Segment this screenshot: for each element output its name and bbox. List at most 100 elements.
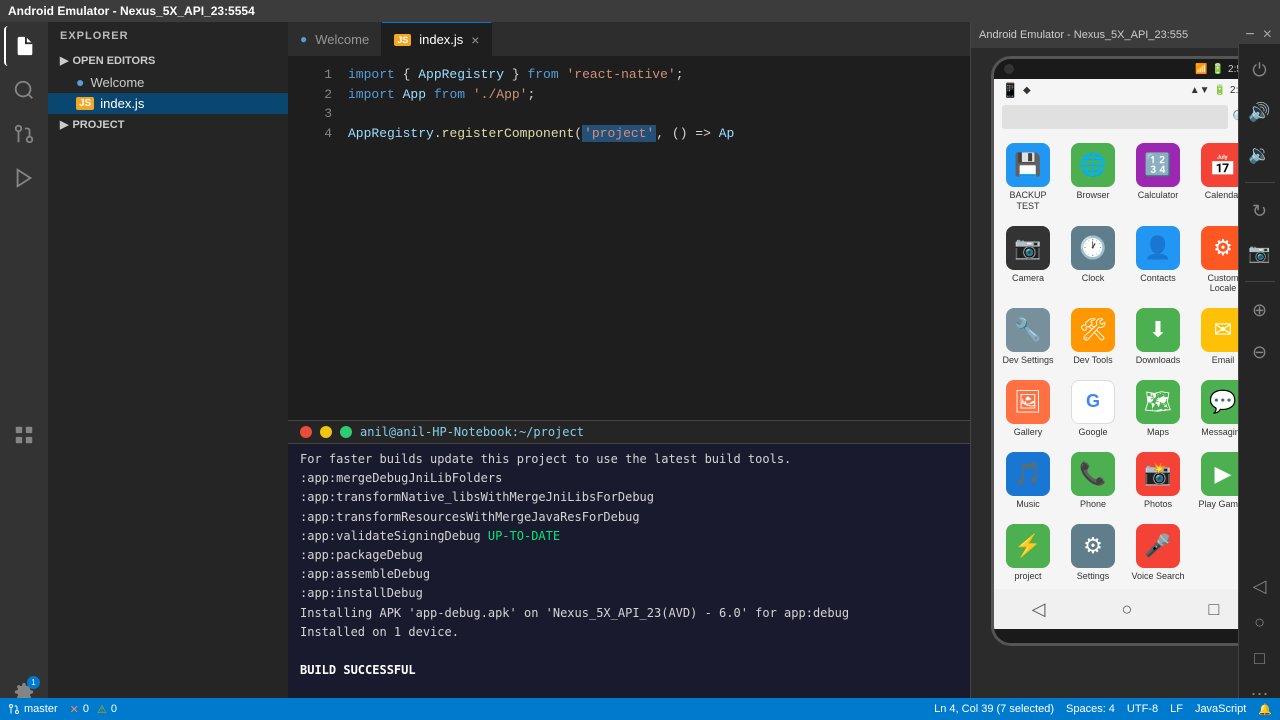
errors-status[interactable]: ✕ 0 ⚠ 0: [70, 703, 117, 716]
app-label-settings: Settings: [1077, 571, 1110, 582]
app-project[interactable]: ⚡ project: [998, 518, 1059, 586]
terminal-content[interactable]: For faster builds update this project to…: [288, 444, 970, 720]
app-icon-camera: 📷: [1006, 226, 1050, 270]
phone-nav-bar: ◁ ○ □: [994, 589, 1258, 629]
emulator-zoom-out-btn[interactable]: ⊖: [1242, 334, 1278, 370]
term-line-3: :app:transformNative_libsWithMergeJniLib…: [300, 488, 958, 507]
phone-camera: [1004, 64, 1014, 74]
app-icon-maps: 🗺: [1136, 380, 1180, 424]
open-editors-section[interactable]: ▶ OPEN EDITORS: [48, 50, 288, 71]
term-line-2: :app:mergeDebugJniLibFolders: [300, 469, 958, 488]
emulator-volume-up-btn[interactable]: 🔊: [1242, 94, 1278, 130]
emulator-rotate-btn[interactable]: ↻: [1242, 193, 1278, 229]
app-music[interactable]: 🎵 Music: [998, 446, 1059, 514]
terminal-minimize-dot[interactable]: [320, 426, 332, 438]
line-ending-status[interactable]: LF: [1170, 703, 1183, 715]
emulator-zoom-in-btn[interactable]: ⊕: [1242, 292, 1278, 328]
app-google[interactable]: G Google: [1063, 374, 1124, 442]
emulator-close-btn[interactable]: ×: [1263, 26, 1272, 44]
app-dev-settings[interactable]: 🔧 Dev Settings: [998, 302, 1059, 370]
editor-area: ● Welcome JS index.js × 1 import { AppRe…: [288, 22, 970, 720]
title-bar: Android Emulator - Nexus_5X_API_23:5554: [0, 0, 1280, 22]
spaces-status[interactable]: Spaces: 4: [1066, 703, 1115, 715]
term-build-success: BUILD SUCCESSFUL: [300, 661, 958, 680]
terminal-header: anil@anil-HP-Notebook:~/project: [288, 421, 970, 444]
extensions-activity-icon[interactable]: [4, 415, 44, 455]
tab-indexjs[interactable]: JS index.js ×: [382, 22, 492, 56]
app-icon-settings: ⚙: [1071, 524, 1115, 568]
app-icon-clock: 🕐: [1071, 226, 1115, 270]
emulator-panel: Android Emulator - Nexus_5X_API_23:555 −…: [970, 22, 1280, 720]
close-tab-button[interactable]: ×: [471, 33, 479, 47]
emulator-back-btn[interactable]: ◁: [1242, 568, 1278, 604]
app-dev-tools[interactable]: 🛠 Dev Tools: [1063, 302, 1124, 370]
app-backup-test[interactable]: 💾 BACKUP TEST: [998, 137, 1059, 216]
terminal-maximize-dot[interactable]: [340, 426, 352, 438]
phone-back-btn[interactable]: ◁: [1026, 593, 1052, 626]
emulator-screenshot-btn[interactable]: 📷: [1242, 235, 1278, 271]
emulator-power-btn[interactable]: ⏻: [1242, 52, 1278, 88]
project-section[interactable]: ▶ PROJECT: [48, 114, 288, 135]
app-phone[interactable]: 📞 Phone: [1063, 446, 1124, 514]
feedback-icon[interactable]: 🔔: [1258, 703, 1272, 716]
emulator-title-text: Android Emulator - Nexus_5X_API_23:555: [979, 29, 1188, 41]
app-downloads[interactable]: ⬇ Downloads: [1128, 302, 1189, 370]
code-line-3: 3: [288, 104, 970, 124]
phone-recents-btn[interactable]: □: [1203, 593, 1226, 626]
git-activity-icon[interactable]: [4, 114, 44, 154]
app-camera[interactable]: 📷 Camera: [998, 220, 1059, 299]
app-label-calendar: Calendar: [1205, 190, 1242, 201]
app-settings[interactable]: ⚙ Settings: [1063, 518, 1124, 586]
emulator-home-btn[interactable]: ○: [1242, 604, 1278, 640]
app-label-email: Email: [1212, 355, 1235, 366]
app-label-backup-test: BACKUP TEST: [1000, 190, 1057, 212]
app-label-maps: Maps: [1147, 427, 1169, 438]
emulator-title-bar: Android Emulator - Nexus_5X_API_23:555 −…: [971, 22, 1280, 48]
app-label-dev-tools: Dev Tools: [1073, 355, 1112, 366]
term-line-6: :app:assembleDebug: [300, 565, 958, 584]
tab-bar: ● Welcome JS index.js ×: [288, 22, 970, 57]
emulator-minimize-btn[interactable]: −: [1245, 26, 1254, 44]
phone-status-left: 📱 ◆: [1002, 82, 1031, 99]
app-contacts[interactable]: 👤 Contacts: [1128, 220, 1189, 299]
code-editor[interactable]: 1 import { AppRegistry } from 'react-nat…: [288, 57, 970, 420]
files-activity-icon[interactable]: [4, 26, 44, 66]
app-icon-music: 🎵: [1006, 452, 1050, 496]
term-line-5: :app:packageDebug: [300, 546, 958, 565]
app-icon-gallery: 🖼: [1006, 380, 1050, 424]
git-branch-status[interactable]: master: [8, 703, 58, 715]
app-label-music: Music: [1016, 499, 1040, 510]
sidebar-welcome-item[interactable]: ● Welcome: [48, 71, 288, 93]
app-label-project: project: [1014, 571, 1041, 582]
app-icon-dev-tools: 🛠: [1071, 308, 1115, 352]
status-bar: master ✕ 0 ⚠ 0 Ln 4, Col 39 (7 selected)…: [0, 698, 1280, 720]
code-line-4: 4 AppRegistry.registerComponent('project…: [288, 124, 970, 144]
emulator-volume-down-btn[interactable]: 🔉: [1242, 136, 1278, 172]
app-clock[interactable]: 🕐 Clock: [1063, 220, 1124, 299]
app-photos[interactable]: 📸 Photos: [1128, 446, 1189, 514]
terminal-path: anil@anil-HP-Notebook:~/project: [360, 425, 584, 439]
search-activity-icon[interactable]: [4, 70, 44, 110]
debug-activity-icon[interactable]: [4, 158, 44, 198]
app-maps[interactable]: 🗺 Maps: [1128, 374, 1189, 442]
app-gallery[interactable]: 🖼 Gallery: [998, 374, 1059, 442]
app-browser[interactable]: 🌐 Browser: [1063, 137, 1124, 216]
app-calculator[interactable]: 🔢 Calculator: [1128, 137, 1189, 216]
language-status[interactable]: JavaScript: [1195, 703, 1246, 715]
terminal-close-dot[interactable]: [300, 426, 312, 438]
app-label-voice-search: Voice Search: [1131, 571, 1184, 582]
tab-welcome[interactable]: ● Welcome: [288, 22, 382, 56]
emulator-square-btn[interactable]: □: [1242, 640, 1278, 676]
phone-search-input[interactable]: [1002, 105, 1229, 129]
encoding-status[interactable]: UTF-8: [1127, 703, 1158, 715]
app-label-camera: Camera: [1012, 273, 1044, 284]
app-label-dev-settings: Dev Settings: [1002, 355, 1053, 366]
app-voice-search[interactable]: 🎤 Voice Search: [1128, 518, 1189, 586]
sidebar-indexjs-item[interactable]: JS index.js: [48, 93, 288, 114]
phone-home-btn[interactable]: ○: [1116, 593, 1139, 626]
app-icon-backup-test: 💾: [1006, 143, 1050, 187]
status-bar-right: Ln 4, Col 39 (7 selected) Spaces: 4 UTF-…: [934, 703, 1272, 716]
git-branch-label: master: [24, 703, 58, 715]
emulator-right-toolbar: ⏻ 🔊 🔉 ↻ 📷 ⊕ ⊖ ◁ ○ □ ⋯: [1238, 44, 1280, 720]
cursor-position-status[interactable]: Ln 4, Col 39 (7 selected): [934, 703, 1054, 715]
